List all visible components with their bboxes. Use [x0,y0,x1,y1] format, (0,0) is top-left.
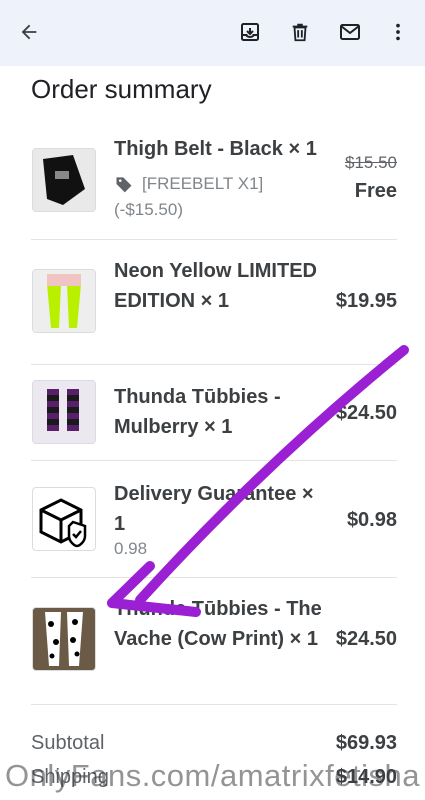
app-bar [0,0,425,66]
archive-icon[interactable] [237,19,263,45]
item-name: Thunda Tūbbies - The Vache (Cow Print) ×… [114,598,322,650]
divider [31,239,397,240]
watermark: OnlyFans.com/amatrixfetisha [5,758,420,793]
coupon-code: [FREEBELT X1] [142,174,264,193]
order-item: Delivery Guarantee × 1 $0.98 0.98 [31,481,397,561]
subtotal-value: $69.93 [335,732,397,754]
tag-icon [114,174,134,199]
item-sub-price: 0.98 [114,539,148,558]
product-image-neon-yellow [32,269,96,333]
order-item: Neon Yellow LIMITED EDITION × 1 $19.95 [31,256,397,356]
item-name: Thunda Tūbbies - Mulberry × 1 [114,386,281,438]
divider [31,460,397,461]
subtotal-row: Subtotal $69.93 [31,732,397,755]
item-price: $24.50 [335,402,397,424]
item-name: Delivery Guarantee × 1 [114,483,314,535]
product-image-cow-print [32,607,96,671]
order-item: Thunda Tūbbies - Mulberry × 1 $24.50 [31,380,397,450]
item-price: Free [354,180,397,202]
item-price: $0.98 [346,509,397,531]
order-item: Thigh Belt - Black × 1 $15.50 Free [FREE… [31,138,397,228]
item-price: $19.95 [335,290,397,312]
item-name: Neon Yellow LIMITED EDITION × 1 [114,260,317,312]
trash-icon[interactable] [287,19,313,45]
item-name: Thigh Belt - Black × 1 [114,138,317,160]
item-price: $24.50 [335,628,397,650]
divider [31,577,397,578]
order-item: Thunda Tūbbies - The Vache (Cow Print) ×… [31,596,397,696]
item-original-price: $15.50 [345,153,397,172]
divider [31,704,397,705]
product-image-thigh-belt [32,148,96,212]
arrow-left-icon[interactable] [16,19,42,45]
box-shield-icon [32,487,96,551]
product-image-mulberry [32,380,96,444]
divider [31,364,397,365]
mail-icon[interactable] [337,19,363,45]
subtotal-label: Subtotal [31,732,105,754]
more-vert-icon[interactable] [385,19,411,45]
order-summary-title: Order summary [31,74,212,104]
discount-amount: (-$15.50) [114,200,183,219]
